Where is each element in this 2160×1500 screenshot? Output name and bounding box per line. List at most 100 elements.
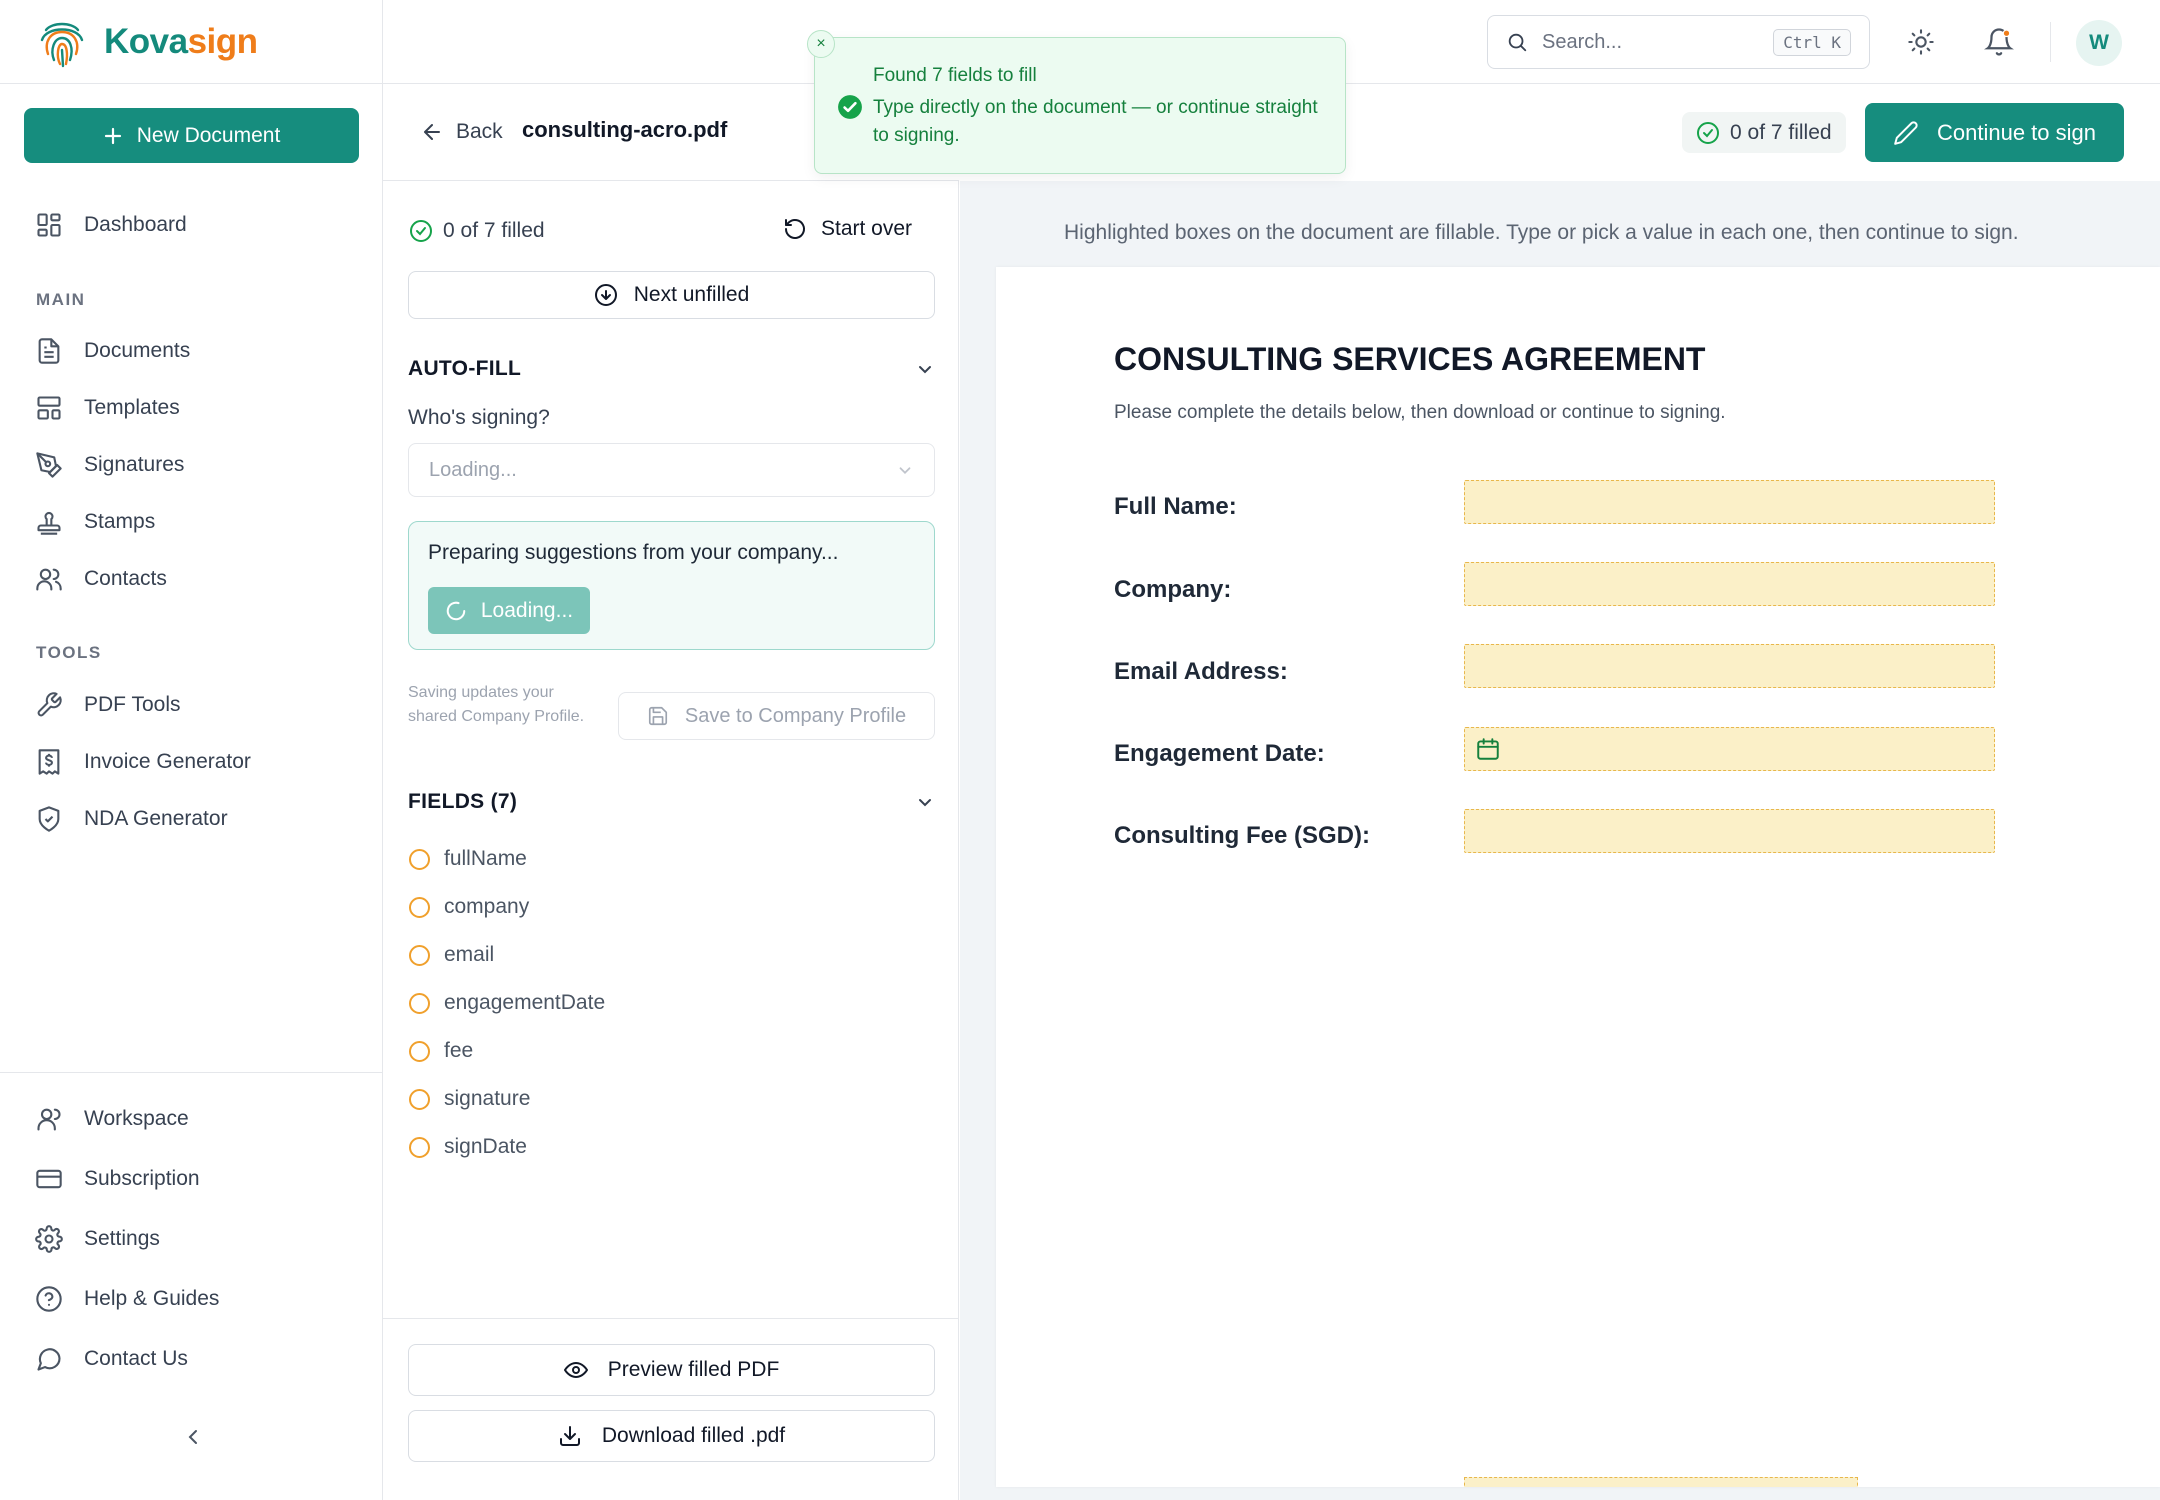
engagement-date-field[interactable]: [1464, 727, 1995, 771]
toast-close-button[interactable]: ×: [807, 30, 835, 58]
users-icon: [36, 568, 62, 591]
field-list-item[interactable]: email: [409, 940, 494, 970]
dashboard-icon: [37, 213, 61, 237]
loading-button[interactable]: Loading...: [428, 587, 590, 634]
filled-status-text: 0 of 7 filled: [1730, 120, 1832, 144]
save-to-company-profile-label: Save to Company Profile: [684, 704, 907, 727]
sidebar-item-label: NDA Generator: [84, 807, 228, 830]
fill-panel: 0 of 7 filled Start over Next unfilled A…: [383, 181, 959, 1500]
start-over-label: Start over: [821, 217, 913, 240]
pending-status-icon: [409, 1040, 430, 1062]
save-icon: [648, 706, 667, 726]
full-name-field[interactable]: [1464, 480, 1995, 524]
new-document-button[interactable]: New Document: [24, 108, 359, 163]
signature-field[interactable]: [1464, 1477, 1858, 1487]
sidebar-item-label: Documents: [84, 339, 191, 362]
field-list-item[interactable]: engagementDate: [409, 988, 605, 1018]
field-list-item[interactable]: company: [409, 892, 529, 922]
fingerprint-icon: [40, 22, 84, 68]
sidebar-item-contacts[interactable]: Contacts: [34, 559, 167, 599]
autofill-section-header[interactable]: AUTO-FILL: [408, 357, 935, 381]
sidebar-item-contact-us[interactable]: Contact Us: [34, 1339, 188, 1379]
sidebar-item-help-guides[interactable]: Help & Guides: [34, 1279, 219, 1319]
next-unfilled-button[interactable]: Next unfilled: [408, 271, 935, 319]
sidebar-item-label: Subscription: [84, 1167, 200, 1190]
invoice-icon: [38, 749, 60, 775]
sidebar-item-documents[interactable]: Documents: [34, 331, 190, 371]
field-name: company: [444, 895, 530, 918]
brand-name-part1: Kova: [104, 22, 188, 61]
sidebar-item-workspace[interactable]: Workspace: [34, 1099, 189, 1139]
eye-icon: [563, 1361, 588, 1379]
calendar-icon: [1477, 738, 1499, 760]
signer-select-value: Loading...: [429, 458, 517, 481]
panel-filled-status: 0 of 7 filled: [409, 219, 545, 243]
theme-toggle-button[interactable]: [1901, 22, 1941, 62]
notifications-button[interactable]: [1979, 22, 2019, 62]
field-list-item[interactable]: signDate: [409, 1132, 527, 1162]
autofill-heading: AUTO-FILL: [408, 357, 522, 380]
bell-icon: [1984, 28, 2014, 56]
field-list-item[interactable]: fee: [409, 1036, 473, 1066]
company-field[interactable]: [1464, 562, 1995, 606]
who-signing-label: Who's signing?: [408, 406, 550, 429]
brand-logo[interactable]: Kovasign: [34, 14, 258, 70]
document-page: CONSULTING SERVICES AGREEMENT Please com…: [996, 267, 2160, 1487]
field-list-item[interactable]: fullName: [409, 844, 527, 874]
sidebar-item-invoice-generator[interactable]: Invoice Generator: [34, 742, 251, 782]
field-list-item[interactable]: signature: [409, 1084, 530, 1114]
back-button[interactable]: Back: [420, 114, 503, 150]
sidebar-item-pdf-tools[interactable]: PDF Tools: [34, 685, 180, 725]
sidebar-item-nda-generator[interactable]: NDA Generator: [34, 799, 228, 839]
sidebar-item-label: Signatures: [84, 453, 185, 476]
email-field[interactable]: [1464, 644, 1995, 688]
chevron-down-icon: [899, 467, 911, 474]
sidebar-item-dashboard[interactable]: Dashboard: [34, 205, 187, 245]
sidebar-item-settings[interactable]: Settings: [34, 1219, 160, 1259]
consulting-fee-field[interactable]: [1464, 809, 1995, 853]
avatar[interactable]: W: [2076, 20, 2122, 66]
preview-filled-pdf-button[interactable]: Preview filled PDF: [408, 1344, 935, 1396]
sidebar-item-label: Invoice Generator: [84, 750, 251, 773]
chat-bubble-icon: [37, 1348, 61, 1371]
arrow-down-circle-icon: [594, 284, 617, 306]
collapse-sidebar-button[interactable]: [178, 1422, 208, 1452]
download-filled-pdf-button[interactable]: Download filled .pdf: [408, 1410, 935, 1462]
suggestions-text: Preparing suggestions from your company.…: [428, 541, 839, 564]
pending-status-icon: [409, 1136, 430, 1158]
continue-to-sign-button[interactable]: Continue to sign: [1865, 103, 2124, 162]
field-label-email: Email Address:: [1114, 658, 1288, 685]
start-over-button[interactable]: Start over: [783, 217, 912, 241]
field-label-consulting-fee: Consulting Fee (SGD):: [1114, 822, 1370, 849]
gear-icon: [35, 1225, 63, 1253]
plus-icon: [104, 127, 121, 144]
back-label: Back: [456, 120, 503, 143]
sun-icon: [1908, 29, 1934, 55]
shield-check-icon: [38, 806, 60, 832]
search-box[interactable]: Search... Ctrl K: [1487, 15, 1870, 69]
sidebar-item-signatures[interactable]: Signatures: [34, 445, 184, 485]
sidebar-item-templates[interactable]: Templates: [34, 388, 180, 428]
fields-heading: FIELDS (7): [408, 790, 518, 813]
document-title: CONSULTING SERVICES AGREEMENT: [1114, 341, 1706, 377]
save-to-company-profile-button[interactable]: Save to Company Profile: [618, 692, 935, 740]
signer-select[interactable]: Loading...: [408, 443, 935, 497]
sidebar-item-subscription[interactable]: Subscription: [34, 1159, 200, 1199]
chevron-left-icon: [188, 1430, 197, 1444]
document-filename: consulting-acro.pdf: [522, 117, 728, 142]
pending-status-icon: [409, 992, 430, 1014]
sidebar-item-stamps[interactable]: Stamps: [34, 502, 155, 542]
close-icon: ×: [816, 35, 826, 52]
pen-nib-icon: [36, 452, 62, 478]
sidebar-item-label: Stamps: [84, 510, 156, 533]
sidebar-item-label: Contacts: [84, 567, 167, 590]
save-note: Saving updates your shared Company Profi…: [408, 684, 585, 725]
search-input[interactable]: Search...: [1542, 31, 1759, 54]
fields-section-header[interactable]: FIELDS (7): [408, 790, 935, 814]
document-hint: Highlighted boxes on the document are fi…: [1064, 221, 2019, 244]
check-circle-icon: [410, 220, 432, 242]
field-label-full-name: Full Name:: [1114, 493, 1237, 520]
preview-filled-pdf-label: Preview filled PDF: [607, 1358, 780, 1381]
pending-status-icon: [409, 848, 430, 870]
document-subtitle: Please complete the details below, then …: [1114, 402, 1726, 423]
